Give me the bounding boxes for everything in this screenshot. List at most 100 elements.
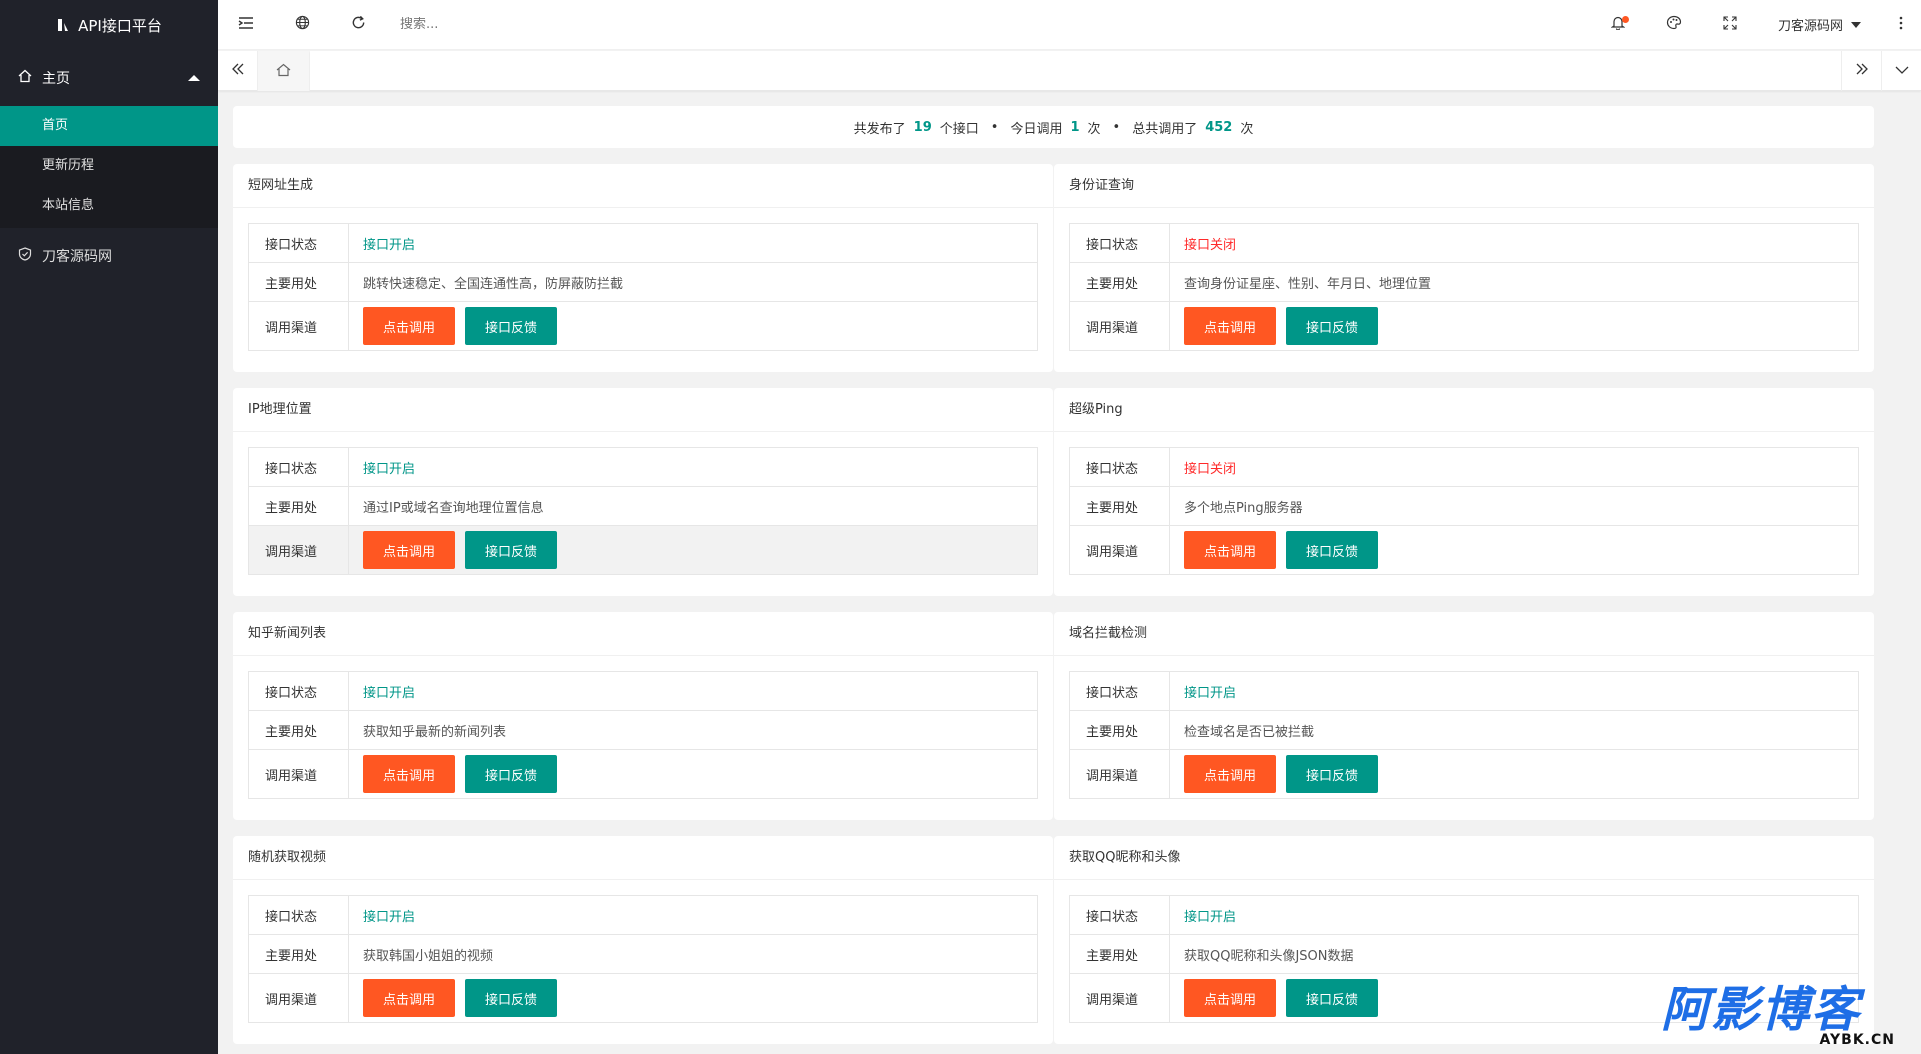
sidebar: API接口平台 主页 首页 更新历程 本站信息 刀客源码网 — [0, 0, 218, 1054]
api-feedback-button[interactable]: 接口反馈 — [1286, 307, 1378, 345]
call-api-button[interactable]: 点击调用 — [1184, 979, 1276, 1017]
app-logo[interactable]: API接口平台 — [0, 0, 218, 50]
api-card-title: 身份证查询 — [1054, 164, 1874, 208]
status-label: 接口状态 — [1070, 448, 1170, 486]
stats-separator: • — [1112, 119, 1121, 135]
status-value: 接口关闭 — [1184, 237, 1237, 253]
website-button[interactable] — [274, 0, 330, 50]
api-info-table: 接口状态 接口开启 主要用处 通过IP或域名查询地理位置信息 调用渠道 点击调用… — [248, 447, 1038, 575]
channel-label: 调用渠道 — [249, 526, 349, 574]
call-api-button[interactable]: 点击调用 — [1184, 531, 1276, 569]
sidebar-group-home[interactable]: 主页 — [0, 50, 218, 106]
tab-options-button[interactable] — [1881, 50, 1921, 91]
api-feedback-button[interactable]: 接口反馈 — [465, 307, 557, 345]
search-input[interactable] — [400, 17, 600, 32]
table-row-usage: 主要用处 多个地点Ping服务器 — [1070, 487, 1858, 526]
stats-today-unit: 次 — [1087, 121, 1101, 137]
table-row-channel: 调用渠道 点击调用 接口反馈 — [249, 526, 1037, 574]
table-row-usage: 主要用处 获取QQ昵称和头像JSON数据 — [1070, 935, 1858, 974]
status-value: 接口开启 — [1184, 909, 1237, 925]
sidebar-group-label: 主页 — [42, 71, 70, 87]
tab-bar — [218, 50, 1921, 91]
tab-scroll-right-button[interactable] — [1841, 50, 1881, 91]
api-feedback-button[interactable]: 接口反馈 — [1286, 755, 1378, 793]
table-row-status: 接口状态 接口开启 — [1070, 672, 1858, 711]
status-value: 接口开启 — [363, 461, 416, 477]
user-menu[interactable]: 刀客源码网 — [1758, 0, 1881, 50]
api-feedback-button[interactable]: 接口反馈 — [1286, 531, 1378, 569]
api-card-title: 超级Ping — [1054, 388, 1874, 432]
watermark-en: AYBK.CN — [1819, 1032, 1895, 1048]
api-feedback-button[interactable]: 接口反馈 — [465, 979, 557, 1017]
palette-icon — [1666, 15, 1682, 34]
api-feedback-button[interactable]: 接口反馈 — [465, 531, 557, 569]
status-value: 接口开启 — [363, 685, 416, 701]
top-header: 刀客源码网 — [218, 0, 1921, 50]
table-row-status: 接口状态 接口开启 — [249, 896, 1037, 935]
channel-label: 调用渠道 — [249, 750, 349, 798]
table-row-status: 接口状态 接口关闭 — [1070, 448, 1858, 487]
fullscreen-button[interactable] — [1702, 0, 1758, 50]
status-value: 接口关闭 — [1184, 461, 1237, 477]
home-icon — [18, 69, 32, 87]
sidebar-item-label: 刀客源码网 — [42, 249, 112, 265]
status-label: 接口状态 — [249, 224, 349, 262]
call-api-button[interactable]: 点击调用 — [1184, 307, 1276, 345]
sidebar-item-home[interactable]: 首页 — [0, 106, 218, 146]
main-content: 共发布了 19 个接口 • 今日调用 1 次 • 总共调用了 452 次 短网址… — [233, 106, 1874, 1044]
api-feedback-button[interactable]: 接口反馈 — [465, 755, 557, 793]
theme-button[interactable] — [1646, 0, 1702, 50]
status-value: 接口开启 — [1184, 685, 1237, 701]
api-card-title: 获取QQ昵称和头像 — [1054, 836, 1874, 880]
menu-toggle-button[interactable] — [218, 0, 274, 50]
stats-prefix: 共发布了 — [853, 121, 906, 137]
stats-bar: 共发布了 19 个接口 • 今日调用 1 次 • 总共调用了 452 次 — [233, 106, 1874, 148]
stats-separator: • — [990, 119, 999, 135]
logo-icon — [56, 17, 72, 33]
refresh-button[interactable] — [330, 0, 386, 50]
api-card: 随机获取视频 接口状态 接口开启 主要用处 获取韩国小姐姐的视频 调用渠道 点击… — [233, 836, 1053, 1044]
watermark-cn: 阿影博客 — [1661, 982, 1862, 1038]
call-api-button[interactable]: 点击调用 — [1184, 755, 1276, 793]
api-card-title: 知乎新闻列表 — [233, 612, 1053, 656]
usage-label: 主要用处 — [1070, 263, 1170, 301]
stats-total-calls: 452 — [1205, 119, 1233, 135]
sidebar-item-changelog[interactable]: 更新历程 — [0, 146, 218, 186]
api-info-table: 接口状态 接口开启 主要用处 检查域名是否已被拦截 调用渠道 点击调用 接口反馈 — [1069, 671, 1859, 799]
call-api-button[interactable]: 点击调用 — [363, 531, 455, 569]
fullscreen-icon — [1723, 15, 1737, 34]
tab-bar-right — [1841, 50, 1921, 91]
usage-label: 主要用处 — [1070, 487, 1170, 525]
api-info-table: 接口状态 接口关闭 主要用处 查询身份证星座、性别、年月日、地理位置 调用渠道 … — [1069, 223, 1859, 351]
table-row-usage: 主要用处 查询身份证星座、性别、年月日、地理位置 — [1070, 263, 1858, 302]
sidebar-item-daoke[interactable]: 刀客源码网 — [0, 228, 218, 284]
call-api-button[interactable]: 点击调用 — [363, 979, 455, 1017]
api-info-table: 接口状态 接口开启 主要用处 跳转快速稳定、全国连通性高，防屏蔽防拦截 调用渠道… — [248, 223, 1038, 351]
sidebar-item-site-info[interactable]: 本站信息 — [0, 186, 218, 226]
notification-button[interactable] — [1590, 0, 1646, 50]
notification-dot — [1621, 15, 1629, 23]
api-card: 超级Ping 接口状态 接口关闭 主要用处 多个地点Ping服务器 调用渠道 点… — [1054, 388, 1874, 596]
status-label: 接口状态 — [249, 896, 349, 934]
table-row-channel: 调用渠道 点击调用 接口反馈 — [249, 750, 1037, 798]
call-api-button[interactable]: 点击调用 — [363, 307, 455, 345]
user-name: 刀客源码网 — [1777, 19, 1843, 34]
table-row-usage: 主要用处 获取知乎最新的新闻列表 — [249, 711, 1037, 750]
channel-label: 调用渠道 — [1070, 302, 1170, 350]
usage-label: 主要用处 — [249, 487, 349, 525]
api-feedback-button[interactable]: 接口反馈 — [1286, 979, 1378, 1017]
home-icon — [276, 63, 291, 81]
table-row-status: 接口状态 接口关闭 — [1070, 224, 1858, 263]
table-row-channel: 调用渠道 点击调用 接口反馈 — [1070, 302, 1858, 350]
double-chevron-left-icon — [231, 63, 245, 79]
call-api-button[interactable]: 点击调用 — [363, 755, 455, 793]
tab-scroll-left-button[interactable] — [218, 50, 258, 91]
table-row-status: 接口状态 接口开启 — [249, 224, 1037, 263]
more-button[interactable] — [1881, 0, 1921, 50]
table-row-status: 接口状态 接口开启 — [249, 448, 1037, 487]
usage-value: 多个地点Ping服务器 — [1184, 500, 1303, 516]
table-row-usage: 主要用处 检查域名是否已被拦截 — [1070, 711, 1858, 750]
stats-apis-unit: 个接口 — [939, 121, 979, 137]
channel-label: 调用渠道 — [1070, 526, 1170, 574]
tab-home[interactable] — [258, 50, 310, 91]
